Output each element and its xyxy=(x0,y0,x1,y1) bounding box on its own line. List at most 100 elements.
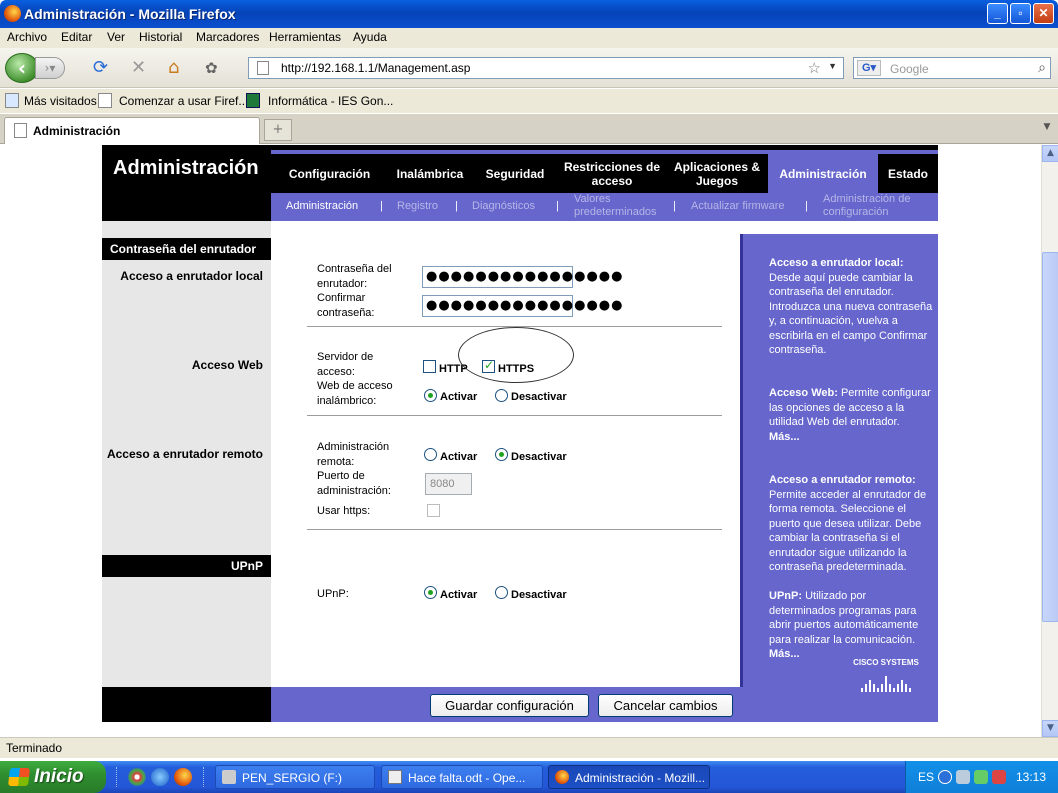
remote-activate-radio[interactable] xyxy=(424,448,437,461)
router-sub-tabs: Administración | Registro | Diagnósticos… xyxy=(271,193,938,221)
password-label: Contraseña del enrutador: xyxy=(317,263,392,290)
tab-list-icon[interactable]: ▼ xyxy=(1040,122,1054,138)
help-remote-text: Permite acceder al enrutador de forma re… xyxy=(769,488,927,574)
wireless-activate-radio[interactable] xyxy=(424,389,437,402)
search-bar[interactable]: G▾ Google ⌕ xyxy=(853,57,1051,79)
status-bar: Terminado xyxy=(0,737,1058,758)
language-indicator[interactable]: ES xyxy=(918,770,934,784)
firefox-icon[interactable] xyxy=(174,768,192,786)
subtab-firmware[interactable]: Actualizar firmware xyxy=(691,200,785,212)
help-web-title: Acceso Web: xyxy=(769,387,838,399)
back-button[interactable]: ‹ xyxy=(5,53,39,83)
subtab-config-mgmt[interactable]: Administración de configuración xyxy=(823,193,933,219)
vertical-scrollbar[interactable]: ▲ ▼ xyxy=(1041,145,1058,737)
tab-administracion[interactable]: Administración xyxy=(4,117,260,144)
wireless-deactivate-radio[interactable] xyxy=(495,389,508,402)
confirm-password-input[interactable]: ●●●●●●●●●●●●●●●● xyxy=(422,295,623,317)
stop-icon[interactable]: ✕ xyxy=(131,58,146,78)
admin-port-label: Puerto de administración: xyxy=(317,470,391,497)
scroll-up-icon[interactable]: ▲ xyxy=(1042,145,1058,162)
close-button[interactable]: ✕ xyxy=(1033,3,1054,24)
menu-herramientas[interactable]: Herramientas xyxy=(269,30,341,44)
admin-port-input[interactable]: 8080 xyxy=(425,473,472,495)
browser-icon[interactable] xyxy=(151,768,169,786)
divider xyxy=(307,529,722,530)
save-settings-button[interactable]: Guardar configuración xyxy=(430,694,589,717)
url-dropdown-icon[interactable]: ▼ xyxy=(828,61,837,71)
start-label: Inicio xyxy=(34,766,84,787)
section-router-password: Contraseña del enrutador xyxy=(102,238,271,260)
home-icon[interactable]: ⌂ xyxy=(168,58,179,78)
tab-estado[interactable]: Estado xyxy=(878,154,938,193)
tab-administracion-active[interactable]: Administración xyxy=(768,154,878,193)
minimize-button[interactable]: _ xyxy=(987,3,1008,24)
help-upnp-more-link[interactable]: Más... xyxy=(769,648,800,660)
task-pen-sergio[interactable]: PEN_SERGIO (F:) xyxy=(215,765,375,789)
task-firefox[interactable]: Administración - Mozill... xyxy=(548,765,710,789)
tab-restricciones[interactable]: Restricciones de acceso xyxy=(558,154,666,193)
remote-activate-label: Activar xyxy=(440,451,478,463)
wireless-activate-label: Activar xyxy=(440,391,478,403)
password-input[interactable]: ●●●●●●●●●●●●●●●● xyxy=(422,266,623,288)
http-checkbox[interactable] xyxy=(423,360,436,373)
maximize-button[interactable]: ▫ xyxy=(1010,3,1031,24)
subtab-registro[interactable]: Registro xyxy=(397,200,438,212)
tray-expand-icon[interactable] xyxy=(938,770,952,784)
tab-aplicaciones[interactable]: Aplicaciones & Juegos xyxy=(666,154,768,193)
highlight-ellipse xyxy=(458,327,574,383)
bookmark-getting-started[interactable]: Comenzar a usar Firef... xyxy=(119,94,248,108)
security-icon[interactable] xyxy=(992,770,1006,784)
chrome-icon[interactable] xyxy=(128,768,146,786)
bookmark-most-visited[interactable]: Más visitados xyxy=(24,94,97,108)
subtab-separator: | xyxy=(455,200,458,212)
menu-ver[interactable]: Ver xyxy=(107,30,125,44)
google-engine-icon[interactable]: G▾ xyxy=(857,60,881,76)
url-bar[interactable]: http://192.168.1.1/Management.asp ☆ ▼ xyxy=(248,57,844,79)
firefox-icon xyxy=(555,770,569,784)
help-local: Acceso a enrutador local: Desde aquí pued… xyxy=(769,256,934,358)
quicklaunch-grip xyxy=(116,767,119,787)
document-icon xyxy=(388,770,402,784)
search-icon[interactable]: ⌕ xyxy=(1038,59,1046,76)
reload-icon[interactable]: ⟳ xyxy=(93,58,108,78)
subtab-diagnosticos[interactable]: Diagnósticos xyxy=(472,200,535,212)
help-upnp: UPnP: Utilizado por determinados program… xyxy=(769,589,934,662)
task-hace-falta[interactable]: Hace falta.odt - Ope... xyxy=(381,765,543,789)
bookmark-star-icon[interactable]: ☆ xyxy=(808,59,821,77)
title-bar[interactable]: Administración - Mozilla Firefox _ ▫ ✕ xyxy=(0,0,1058,28)
scroll-down-icon[interactable]: ▼ xyxy=(1042,720,1058,737)
tab-strip: Administración + ▼ xyxy=(0,114,1058,144)
scroll-thumb[interactable] xyxy=(1042,252,1058,622)
start-button[interactable]: Inicio xyxy=(0,761,106,793)
new-tab-button[interactable]: + xyxy=(264,119,292,141)
remote-deactivate-radio[interactable] xyxy=(495,448,508,461)
use-https-checkbox[interactable] xyxy=(427,504,440,517)
menu-editar[interactable]: Editar xyxy=(61,30,92,44)
upnp-deactivate-radio[interactable] xyxy=(495,586,508,599)
system-tray: ES 13:13 xyxy=(905,761,1058,793)
cancel-changes-button[interactable]: Cancelar cambios xyxy=(598,694,733,717)
divider xyxy=(307,415,722,416)
menu-archivo[interactable]: Archivo xyxy=(7,30,47,44)
search-placeholder: Google xyxy=(890,62,929,76)
tab-seguridad[interactable]: Seguridad xyxy=(472,154,558,193)
browser-window: Administración - Mozilla Firefox _ ▫ ✕ A… xyxy=(0,0,1058,793)
network-icon[interactable] xyxy=(956,770,970,784)
tab-configuracion[interactable]: Configuración xyxy=(271,154,388,193)
forward-button[interactable]: ›▾ xyxy=(35,57,65,79)
menu-marcadores[interactable]: Marcadores xyxy=(196,30,259,44)
bookmark-informatica[interactable]: Informática - IES Gon... xyxy=(268,94,393,108)
menu-historial[interactable]: Historial xyxy=(139,30,182,44)
cisco-wordmark: Cisco Systems xyxy=(853,658,919,667)
router-admin-page: Administración Configuración Inalámbrica… xyxy=(102,145,938,722)
help-remote: Acceso a enrutador remoto: Permite accede… xyxy=(769,473,934,575)
volume-icon[interactable] xyxy=(974,770,988,784)
menu-ayuda[interactable]: Ayuda xyxy=(353,30,387,44)
wireless-web-label: Web de acceso inalámbrico: xyxy=(317,380,393,407)
help-web-more-link[interactable]: Más... xyxy=(769,431,800,443)
addon-icon[interactable]: ✿ xyxy=(205,58,218,78)
upnp-activate-radio[interactable] xyxy=(424,586,437,599)
subtab-administracion[interactable]: Administración xyxy=(286,200,358,212)
subtab-valores[interactable]: Valores predeterminados xyxy=(574,193,666,219)
tab-inalambrica[interactable]: Inalámbrica xyxy=(388,154,472,193)
